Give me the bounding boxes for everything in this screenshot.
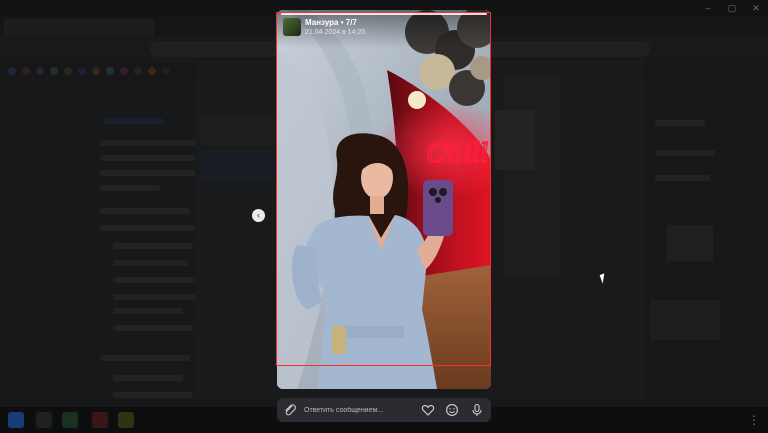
avatar[interactable]	[283, 18, 301, 36]
story-progress-bar	[281, 13, 487, 15]
heart-icon[interactable]	[421, 403, 435, 417]
story-photo: Chill	[277, 10, 491, 389]
prev-icon[interactable]: ‹	[252, 209, 265, 222]
story-author[interactable]: Манзура • 7/7	[305, 18, 357, 27]
story-date: 21.04.2024 в 14:20	[305, 29, 366, 36]
screen: – ▢ ✕ ⋮ ‹ Chill Манзура • 7/7 21.04.2024…	[0, 0, 768, 433]
smile-icon[interactable]	[445, 403, 459, 417]
paperclip-icon[interactable]	[283, 403, 297, 417]
story-viewer: Chill Манзура • 7/7 21.04.2024 в 14:20	[277, 10, 491, 389]
reply-input[interactable]	[304, 403, 414, 417]
reply-bar	[277, 398, 491, 422]
story-header: Манзура • 7/7 21.04.2024 в 14:20	[277, 10, 491, 48]
neon-sign-text: Chill	[427, 139, 489, 169]
microphone-icon[interactable]	[470, 403, 484, 417]
